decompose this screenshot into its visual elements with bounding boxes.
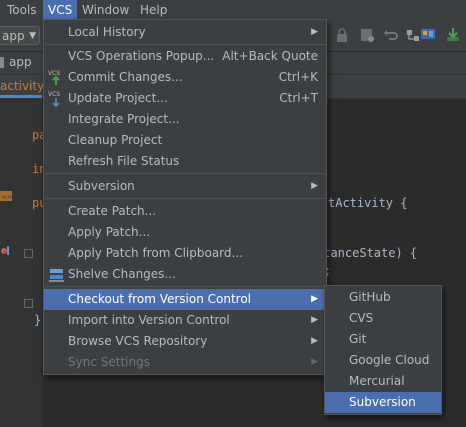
menu-item-label: Create Patch... (68, 204, 157, 218)
submenu-arrow-icon: ▶ (311, 27, 318, 37)
menu-item-shortcut: Alt+Back Quote (222, 49, 318, 63)
submenu-arrow-icon: ▶ (311, 315, 318, 325)
menu-item-label: Apply Patch from Clipboard... (68, 246, 243, 260)
menu-item-browse-vcs-repository[interactable]: Browse VCS Repository ▶ (44, 331, 326, 352)
submenu-item-github[interactable]: GitHub (325, 287, 441, 308)
svg-text:VCS: VCS (48, 70, 60, 77)
menu-separator (45, 198, 325, 199)
menu-item-label: Commit Changes... (68, 70, 183, 84)
project-structure-icon[interactable] (420, 27, 436, 43)
menu-item-update-project[interactable]: VCS Update Project... Ctrl+T (44, 88, 326, 109)
code-line: tActivity { (328, 196, 408, 210)
vcs-commit-icon: VCS (48, 70, 60, 85)
structure-icon[interactable] (405, 27, 421, 43)
menu-item-vcs-operations-popup[interactable]: VCS Operations Popup... Alt+Back Quote (44, 46, 326, 67)
menu-separator (45, 286, 325, 287)
run-config-label: app (2, 29, 25, 43)
menu-item-subversion[interactable]: Subversion ▶ (44, 176, 326, 197)
override-marker-icon[interactable] (0, 245, 10, 257)
tab-underline (0, 95, 42, 98)
menu-item-shelve-changes[interactable]: Shelve Changes... (44, 264, 326, 285)
menu-item-label: VCS Operations Popup... (68, 49, 215, 63)
menu-item-label: Subversion (68, 179, 135, 193)
menu-item-label: Shelve Changes... (68, 267, 176, 281)
menu-item-label: Checkout from Version Control (68, 292, 252, 306)
submenu-item-subversion[interactable]: Subversion (325, 392, 441, 413)
menu-vcs[interactable]: VCS (43, 0, 78, 20)
submenu-item-mercurial[interactable]: Mercurial (325, 371, 441, 392)
menu-item-label: Cleanup Project (68, 133, 163, 147)
menu-item-label: Integrate Project... (68, 112, 180, 126)
implement-marker-icon[interactable]: <> (0, 191, 14, 203)
menu-item-checkout-from-vcs[interactable]: Checkout from Version Control ▶ (44, 289, 326, 310)
menu-item-label: Apply Patch... (68, 225, 151, 239)
fold-marker-icon[interactable] (24, 249, 33, 258)
menu-help[interactable]: Help (135, 0, 172, 20)
submenu-item-label: Mercurial (349, 374, 405, 388)
svg-text:<>: <> (2, 194, 12, 201)
vcs-menu: Local History ▶ VCS Operations Popup... … (43, 19, 327, 375)
svg-text:VCS: VCS (48, 91, 60, 98)
menu-window[interactable]: Window (77, 0, 134, 20)
menu-item-commit-changes[interactable]: VCS Commit Changes... Ctrl+K (44, 67, 326, 88)
menu-item-apply-patch-clipboard[interactable]: Apply Patch from Clipboard... (44, 243, 326, 264)
menu-tools[interactable]: Tools (2, 0, 42, 20)
submenu-item-label: CVS (349, 311, 374, 325)
shelve-icon (49, 269, 64, 282)
menubar: Tools VCS Window Help (0, 0, 466, 20)
submenu-item-label: Google Cloud (349, 353, 430, 367)
menu-separator (45, 44, 325, 45)
menu-item-label: Update Project... (68, 91, 168, 105)
checkout-submenu: GitHub CVS Git Google Cloud Mercurial Su… (324, 285, 442, 415)
menu-item-label: Import into Version Control (68, 313, 230, 327)
menu-item-apply-patch[interactable]: Apply Patch... (44, 222, 326, 243)
breadcrumb-app[interactable]: app (9, 55, 32, 69)
lock-icon[interactable] (334, 27, 350, 43)
chevron-down-icon: ▼ (29, 31, 36, 41)
run-config-select[interactable]: app ▼ (0, 26, 40, 45)
submenu-item-label: GitHub (349, 290, 391, 304)
menu-item-label: Local History (68, 25, 146, 39)
menu-item-shortcut: Ctrl+K (278, 70, 318, 84)
submenu-arrow-icon: ▶ (311, 357, 318, 367)
download-icon[interactable] (445, 27, 461, 43)
submenu-arrow-icon: ▶ (311, 181, 318, 191)
module-folder-icon (0, 57, 4, 68)
submenu-item-label: Git (349, 332, 367, 346)
submenu-item-google-cloud[interactable]: Google Cloud (325, 350, 441, 371)
history-icon[interactable] (359, 27, 375, 43)
menu-item-label: Browse VCS Repository (68, 334, 208, 348)
menu-item-label: Sync Settings (68, 355, 150, 369)
menu-item-shortcut: Ctrl+T (279, 91, 318, 105)
menu-item-sync-settings: Sync Settings ▶ (44, 352, 326, 373)
menu-item-refresh-file-status[interactable]: Refresh File Status (44, 151, 326, 172)
menu-item-local-history[interactable]: Local History ▶ (44, 22, 326, 43)
revert-icon[interactable] (383, 27, 399, 43)
submenu-item-cvs[interactable]: CVS (325, 308, 441, 329)
editor-gutter: <> (0, 99, 42, 427)
vcs-update-icon: VCS (48, 91, 60, 107)
submenu-arrow-icon: ▶ (311, 294, 318, 304)
submenu-item-label: Subversion (349, 395, 416, 409)
menu-item-label: Refresh File Status (68, 154, 180, 168)
code-line: } (34, 313, 42, 327)
submenu-item-git[interactable]: Git (325, 329, 441, 350)
menu-item-integrate-project[interactable]: Integrate Project... (44, 109, 326, 130)
code-line: stanceState) { (316, 246, 418, 260)
menu-separator (45, 173, 325, 174)
submenu-arrow-icon: ▶ (311, 336, 318, 346)
menu-item-import-into-vcs[interactable]: Import into Version Control ▶ (44, 310, 326, 331)
menu-item-create-patch[interactable]: Create Patch... (44, 201, 326, 222)
menu-item-cleanup-project[interactable]: Cleanup Project (44, 130, 326, 151)
fold-marker-icon[interactable] (24, 299, 33, 308)
